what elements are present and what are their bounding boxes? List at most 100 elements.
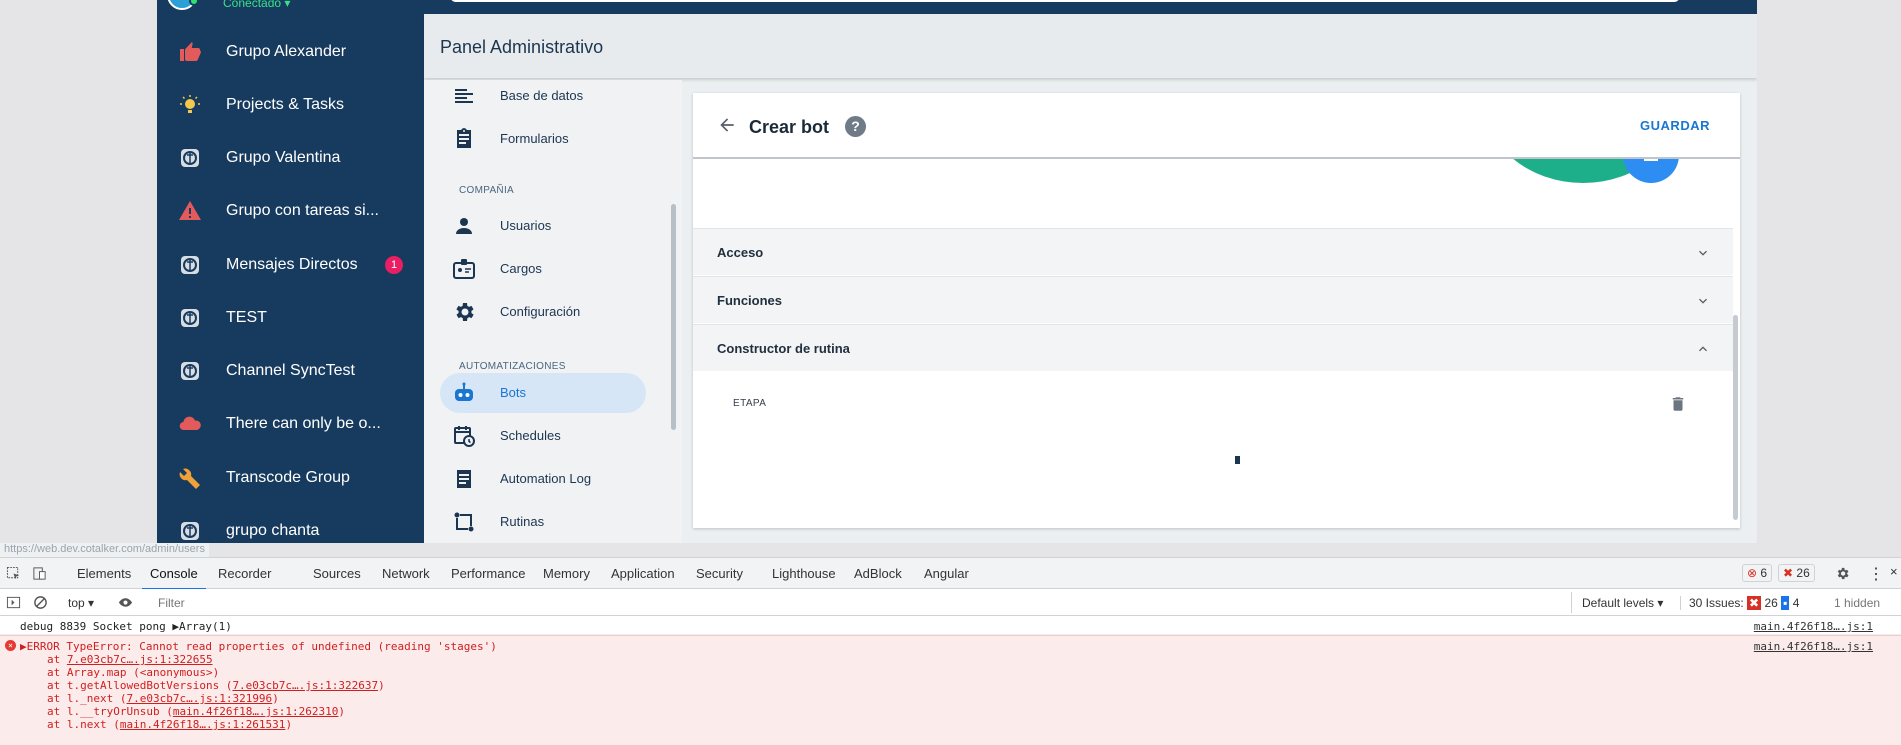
nav-item[interactable]: Rutinas [440, 502, 646, 542]
trace-suffix: ) [285, 718, 293, 731]
trace-suffix: ) [272, 692, 279, 705]
nav-item-label: Automation Log [500, 471, 592, 486]
devtools-tab[interactable]: Sources [313, 566, 361, 581]
error-counter[interactable]: ⊗ 6 [1742, 564, 1773, 582]
lightbulb-icon [177, 92, 203, 118]
device-toolbar-icon[interactable] [32, 566, 47, 581]
trace-link[interactable]: 7.e03cb7c….js:1:321996 [126, 692, 272, 705]
log-text: debug 8839 Socket pong ▶Array(1) [20, 620, 232, 633]
top-bar [424, 0, 1757, 14]
error-count: 6 [1760, 566, 1768, 580]
devtools-tabbar: Elements Console Recorder Sources Network Per… [0, 558, 1901, 590]
sidebar-toggle-icon[interactable] [6, 595, 21, 610]
devtools-tab[interactable]: Console [142, 566, 206, 590]
console-output: debug 8839 Socket pong ▶Array(1) main.4f… [0, 616, 1901, 745]
trash-icon[interactable] [1669, 394, 1687, 414]
sidebar-item[interactable]: Channel SyncTest [157, 344, 424, 397]
trace-link[interactable]: main.4f26f18….js:1:262310 [173, 705, 339, 718]
devtools-tab[interactable]: Memory [543, 566, 590, 581]
devtools-tab[interactable]: Recorder [218, 566, 271, 581]
log-source-link[interactable]: main.4f26f18….js:1 [1754, 620, 1873, 633]
card-title: Crear bot [749, 117, 830, 137]
console-message: debug 8839 Socket pong ▶Array(1) main.4f… [0, 616, 1901, 635]
devtools-tab[interactable]: Lighthouse [772, 566, 836, 581]
error-source-link[interactable]: main.4f26f18….js:1 [1754, 640, 1873, 653]
stack-trace-line: at l._next (7.e03cb7c….js:1:321996) [47, 692, 279, 705]
error-message[interactable]: ▶ERROR TypeError: Cannot read properties… [20, 640, 497, 653]
search-input[interactable] [450, 0, 1680, 2]
trace-text: at t.getAllowedBotVersions ( [47, 679, 233, 692]
context-label: top [68, 596, 85, 610]
devtools-tab[interactable]: Application [611, 566, 675, 581]
trace-link[interactable]: main.4f26f18….js:1:261531 [120, 718, 286, 731]
nav-item[interactable]: Formularios [440, 119, 646, 159]
nav-item[interactable]: Usuarios [440, 206, 646, 246]
help-icon[interactable]: ? [845, 116, 866, 137]
chevron-down-icon [1699, 298, 1707, 304]
card-scrollbar[interactable] [1733, 315, 1738, 520]
trace-suffix: ) [338, 705, 346, 718]
nav-scrollbar[interactable] [671, 204, 676, 430]
devtools-panel: Elements Console Recorder Sources Network Per… [0, 557, 1901, 745]
section-acceso[interactable]: Acceso [693, 228, 1733, 275]
sidebar-item[interactable]: grupo chanta [157, 504, 424, 543]
nav-item[interactable]: Schedules [440, 416, 646, 456]
filter-input[interactable] [152, 592, 1572, 613]
sidebar-item[interactable]: Grupo Alexander [157, 25, 424, 78]
section-label: Constructor de rutina [717, 341, 850, 356]
nav-item[interactable]: Bots [440, 373, 646, 413]
stage-row: ETAPA [693, 375, 1733, 435]
sidebar-item[interactable]: Transcode Group [157, 451, 424, 504]
devtools-tab[interactable]: Elements [77, 566, 131, 581]
save-button[interactable]: GUARDAR [1640, 118, 1710, 133]
devtools-tab[interactable]: Security [696, 566, 743, 581]
unread-badge: 1 [385, 255, 403, 274]
gear-icon [452, 300, 476, 324]
issues-button[interactable]: 30 Issues: ✖ 26 ▪ 4 [1680, 596, 1799, 610]
sidebar-item[interactable]: Mensajes Directos 1 [157, 238, 424, 291]
nav-item[interactable]: Base de datos [440, 76, 646, 116]
devtools-tab[interactable]: AdBlock [854, 566, 902, 581]
close-icon[interactable]: × [1890, 564, 1898, 579]
loading-indicator [1235, 456, 1240, 464]
sidebar-item[interactable]: Projects & Tasks [157, 78, 424, 131]
connection-status[interactable]: Conectado ▾ [223, 0, 290, 10]
more-menu-icon[interactable]: ⋮ [1868, 564, 1884, 584]
section-constructor-rutina[interactable]: Constructor de rutina [693, 324, 1733, 371]
nav-item-label: Base de datos [500, 88, 584, 103]
back-arrow-icon[interactable] [717, 115, 737, 135]
group-logo-icon [177, 305, 203, 331]
nav-item[interactable]: Cargos [440, 249, 646, 289]
gear-icon[interactable] [1835, 566, 1850, 581]
stack-trace-line: at 7.e03cb7c….js:1:322655 [47, 653, 213, 666]
inspect-icon[interactable] [6, 566, 21, 581]
devtools-tab[interactable]: Network [382, 566, 430, 581]
panel-header: Panel Administrativo [424, 14, 1757, 78]
devtools-tab[interactable]: Angular [924, 566, 969, 581]
trace-link[interactable]: 7.e03cb7c….js:1:322637 [232, 679, 378, 692]
sidebar-item[interactable]: Grupo Valentina [157, 131, 424, 184]
warning-icon [177, 198, 203, 224]
sidebar-item-label: There can only be o... [226, 414, 381, 432]
nav-item[interactable]: Automation Log [440, 459, 646, 499]
clear-console-icon[interactable] [33, 595, 48, 610]
issue-count: 26 [1796, 566, 1810, 580]
log-levels-select[interactable]: Default levels ▾ [1582, 596, 1663, 610]
issues-label: 30 Issues: [1689, 596, 1744, 610]
section-funciones[interactable]: Funciones [693, 276, 1733, 323]
trace-text: at l.__tryOrUnsub ( [47, 705, 173, 718]
eye-icon[interactable] [118, 595, 133, 610]
devtools-tab[interactable]: Performance [451, 566, 525, 581]
context-select[interactable]: top ▾ [68, 596, 94, 610]
sidebar-item[interactable]: Grupo con tareas si... [157, 184, 424, 237]
person-icon [452, 214, 476, 238]
group-logo-icon [177, 358, 203, 384]
badge-icon [452, 257, 476, 281]
sidebar-item[interactable]: TEST [157, 291, 424, 344]
issue-counter[interactable]: ✖ 26 [1778, 564, 1815, 582]
sidebar-item[interactable]: There can only be o... [157, 397, 424, 450]
trace-link[interactable]: 7.e03cb7c….js:1:322655 [67, 653, 213, 666]
clipboard-icon [452, 127, 476, 151]
group-logo-icon [177, 518, 203, 544]
nav-item[interactable]: Configuración [440, 292, 646, 332]
